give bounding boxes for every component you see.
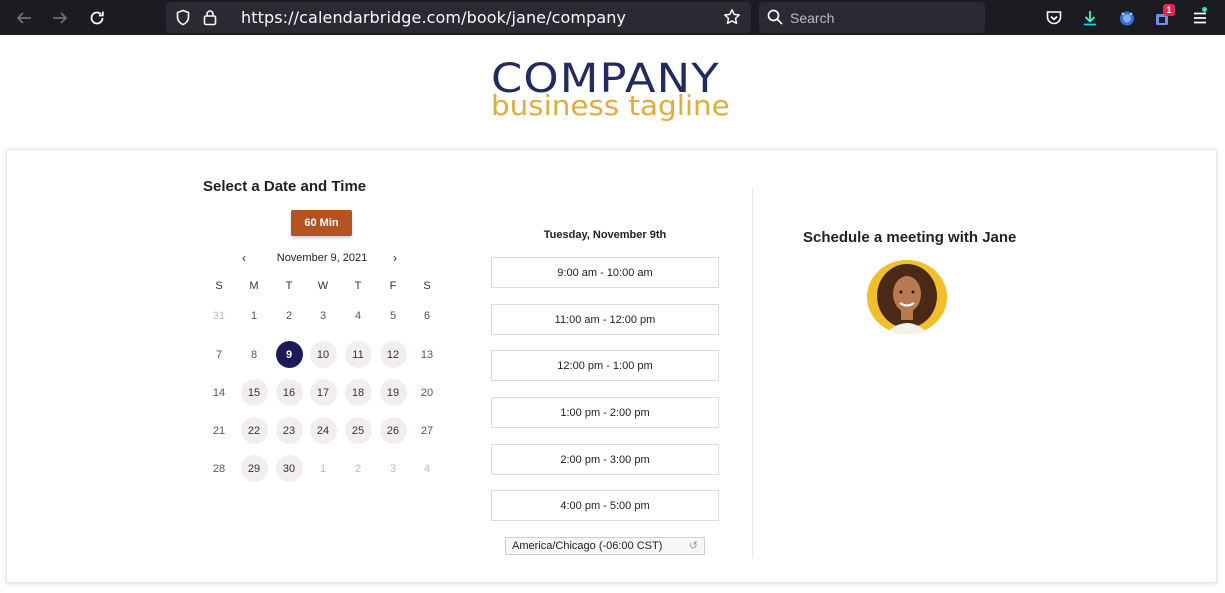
calendar-day[interactable]: 12 <box>379 341 407 368</box>
calendar-day[interactable]: 30 <box>275 455 303 482</box>
reset-timezone-icon[interactable]: ↺ <box>689 538 698 554</box>
calendar-day: 20 <box>420 386 434 399</box>
booking-card: Select a Date and Time 60 Min ‹ November… <box>6 149 1217 583</box>
weekday-header: S <box>215 280 223 292</box>
calendar-day: 28 <box>212 462 226 475</box>
calendar-day: 2 <box>354 462 362 475</box>
logo-tagline: business tagline <box>491 89 730 122</box>
calendar-day[interactable]: 19 <box>379 379 407 406</box>
extension-badge: 1 <box>1163 4 1175 16</box>
search-bar[interactable]: Search <box>759 2 985 33</box>
url-text[interactable]: https://calendarbridge.com/book/jane/com… <box>241 8 626 27</box>
duration-button[interactable]: 60 Min <box>291 210 352 236</box>
time-slot-button[interactable]: 4:00 pm - 5:00 pm <box>491 490 719 521</box>
calendar-day: 7 <box>215 348 223 361</box>
time-slot-button[interactable]: 2:00 pm - 3:00 pm <box>491 444 719 475</box>
back-icon[interactable] <box>12 6 36 30</box>
calendar-day: 4 <box>354 309 362 322</box>
time-slot-button[interactable]: 11:00 am - 12:00 pm <box>491 304 719 335</box>
calendar-day: 31 <box>212 309 226 322</box>
weekday-header: T <box>285 280 293 292</box>
download-icon[interactable] <box>1078 6 1102 30</box>
shield-icon[interactable] <box>175 9 191 31</box>
calendar-day-selected[interactable]: 9 <box>275 341 303 368</box>
extension-globe-icon[interactable] <box>1115 6 1139 30</box>
weekday-header: W <box>317 280 329 292</box>
calendar-day[interactable]: 29 <box>240 455 268 482</box>
calendar-day[interactable]: 25 <box>344 417 372 444</box>
calendar-day: 3 <box>319 309 327 322</box>
calendar-day[interactable]: 18 <box>344 379 372 406</box>
browser-toolbar: https://calendarbridge.com/book/jane/com… <box>0 0 1225 35</box>
host-avatar <box>867 260 947 334</box>
weekday-header: M <box>249 280 259 292</box>
month-label: November 9, 2021 <box>276 252 368 264</box>
menu-hamburger-icon[interactable] <box>1188 6 1212 30</box>
search-placeholder: Search <box>790 10 835 26</box>
column-divider <box>752 188 753 558</box>
calendar-day: 8 <box>250 348 258 361</box>
time-slot-button[interactable]: 1:00 pm - 2:00 pm <box>491 397 719 428</box>
page-content: COMPANY business tagline Select a Date a… <box>0 35 1225 593</box>
calendar-day: 27 <box>420 424 434 437</box>
calendar-day[interactable]: 16 <box>275 379 303 406</box>
calendar-day: 2 <box>285 309 293 322</box>
address-bar[interactable]: https://calendarbridge.com/book/jane/com… <box>166 2 751 33</box>
update-dot <box>1202 7 1207 12</box>
calendar-day[interactable]: 11 <box>344 341 372 368</box>
calendar-day: 21 <box>212 424 226 437</box>
calendar-day: 14 <box>212 386 226 399</box>
forward-icon[interactable] <box>48 6 72 30</box>
calendar-day[interactable]: 15 <box>240 379 268 406</box>
time-slot-button[interactable]: 9:00 am - 10:00 am <box>491 257 719 288</box>
weekday-header: F <box>389 280 397 292</box>
calendar-day: 4 <box>423 462 431 475</box>
time-slot-button[interactable]: 12:00 pm - 1:00 pm <box>491 350 719 381</box>
calendar-day: 6 <box>423 309 431 322</box>
meeting-title: Schedule a meeting with Jane <box>803 229 1017 246</box>
timezone-select[interactable]: America/Chicago (-06:00 CST) ↺ <box>505 537 705 555</box>
reload-icon[interactable] <box>85 6 109 30</box>
company-logo: COMPANY business tagline <box>490 59 735 125</box>
timezone-label: America/Chicago (-06:00 CST) <box>512 540 663 552</box>
calendar-day: 5 <box>389 309 397 322</box>
calendar-day[interactable]: 24 <box>309 417 337 444</box>
next-month-button[interactable]: › <box>393 251 397 265</box>
weekday-header: S <box>423 280 431 292</box>
calendar-day[interactable]: 26 <box>379 417 407 444</box>
calendar-day[interactable]: 10 <box>309 341 337 368</box>
bookmark-star-icon[interactable] <box>723 8 741 31</box>
calendar-day[interactable]: 17 <box>309 379 337 406</box>
calendar-day: 1 <box>250 309 258 322</box>
section-title: Select a Date and Time <box>203 178 367 195</box>
weekday-header: T <box>354 280 362 292</box>
selected-date-label: Tuesday, November 9th <box>543 229 667 241</box>
calendar-day[interactable]: 23 <box>275 417 303 444</box>
calendar-day: 13 <box>420 348 434 361</box>
search-icon <box>767 9 783 30</box>
calendar-day: 1 <box>319 462 327 475</box>
lock-icon[interactable] <box>203 9 217 31</box>
calendar-day: 3 <box>389 462 397 475</box>
calendar-day[interactable]: 22 <box>240 417 268 444</box>
pocket-icon[interactable] <box>1042 6 1066 30</box>
